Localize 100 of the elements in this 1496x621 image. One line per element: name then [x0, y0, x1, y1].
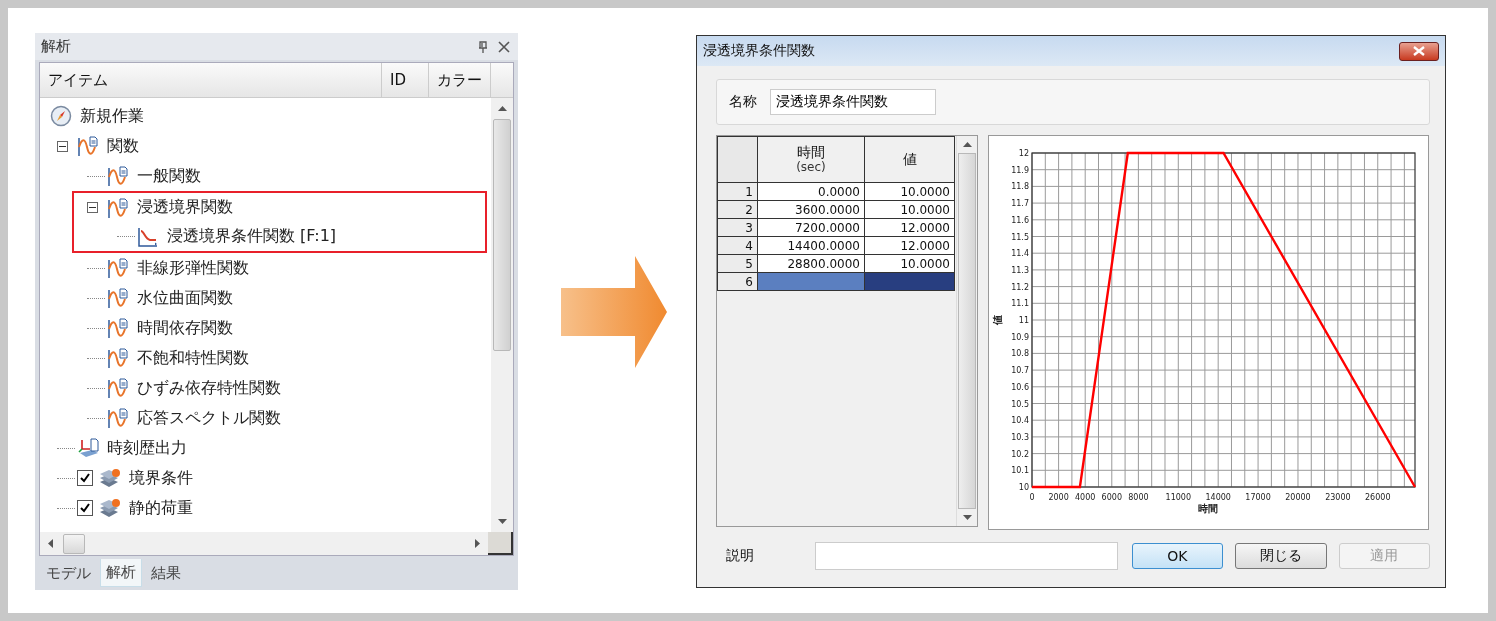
collapse-toggle[interactable] — [87, 202, 98, 213]
tree-item[interactable]: 応答スペクトル関数 — [137, 407, 281, 429]
y-tick-label: 10.1 — [1011, 466, 1029, 476]
x-tick-label: 4000 — [1075, 493, 1096, 502]
tab[interactable]: 解析 — [100, 559, 142, 587]
y-axis-title: 値 — [992, 315, 1003, 325]
wave-document-icon — [107, 347, 129, 369]
layers-icon — [99, 497, 121, 519]
scroll-down-icon[interactable] — [962, 515, 972, 520]
close-button[interactable] — [1399, 41, 1439, 61]
y-tick-label: 10.4 — [1011, 416, 1029, 426]
wave-document-icon — [107, 377, 129, 399]
x-tick-label: 17000 — [1245, 493, 1271, 502]
tree-item[interactable]: 水位曲面関数 — [137, 287, 233, 309]
panel-title: 解析 — [41, 37, 71, 56]
name-field[interactable]: 浸透境界条件関数 — [770, 89, 936, 115]
column-header[interactable]: カラー — [429, 63, 491, 97]
x-tick-label: 20000 — [1285, 493, 1311, 502]
y-tick-label: 10 — [1018, 483, 1029, 492]
x-tick-label: 6000 — [1101, 493, 1122, 502]
column-header[interactable]: アイテム — [40, 63, 382, 97]
wave-document-icon — [107, 165, 129, 187]
tree-item[interactable]: 時刻歴出力 — [107, 437, 187, 459]
x-tick-label: 0 — [1029, 493, 1035, 502]
vertical-scrollbar[interactable] — [956, 136, 977, 526]
y-tick-label: 10.8 — [1011, 349, 1029, 359]
compass-icon — [50, 105, 72, 127]
wave-document-icon — [77, 135, 99, 157]
dialog-title: 浸透境界条件関数 — [703, 42, 815, 60]
y-tick-label: 10.2 — [1011, 449, 1029, 459]
tab[interactable]: 結果 — [146, 559, 186, 587]
pin-icon[interactable] — [478, 40, 488, 53]
x-tick-label: 26000 — [1365, 493, 1391, 502]
y-tick-label: 11.6 — [1011, 215, 1029, 225]
tree-item[interactable]: ひずみ依存特性関数 — [137, 377, 281, 399]
x-axis-title: 時間 — [1198, 503, 1218, 514]
tree-item[interactable]: 非線形弾性関数 — [137, 257, 249, 279]
wave-document-icon — [107, 317, 129, 339]
y-tick-label: 11.4 — [1011, 249, 1029, 259]
y-tick-label: 11.8 — [1011, 182, 1029, 192]
tree-item[interactable]: 静的荷重 — [129, 497, 193, 519]
y-tick-label: 11.9 — [1011, 165, 1029, 175]
wave-document-icon — [107, 257, 129, 279]
table-cell[interactable] — [757, 272, 865, 291]
curve-chart-icon — [137, 225, 159, 248]
scroll-up-icon[interactable] — [962, 142, 972, 147]
vertical-scrollbar[interactable] — [491, 98, 513, 532]
y-tick-label: 11.7 — [1011, 199, 1029, 209]
close-icon[interactable] — [498, 40, 510, 53]
tree-item[interactable]: 時間依存関数 — [137, 317, 233, 339]
horizontal-scrollbar[interactable] — [40, 532, 488, 555]
x-tick-label: 23000 — [1325, 493, 1351, 502]
checkbox[interactable] — [77, 470, 93, 486]
y-tick-label: 10.5 — [1011, 399, 1029, 409]
scrollbar-thumb[interactable] — [493, 119, 511, 351]
checkbox[interactable] — [77, 500, 93, 516]
tree-item[interactable]: 一般関数 — [137, 165, 201, 187]
scrollbar-corner — [488, 532, 513, 555]
wave-document-icon — [107, 287, 129, 309]
y-tick-label: 10.6 — [1011, 382, 1029, 392]
axes-document-icon — [77, 437, 99, 459]
scroll-down-icon[interactable] — [497, 519, 507, 524]
tab[interactable]: モデル — [41, 559, 96, 587]
row-header[interactable]: 6 — [717, 272, 758, 291]
wave-document-icon — [107, 407, 129, 429]
column-header[interactable]: 値 — [864, 136, 955, 183]
table-cell[interactable] — [864, 272, 955, 291]
scroll-left-icon[interactable] — [48, 539, 53, 548]
tree-item[interactable]: 関数 — [107, 135, 139, 157]
tree-item[interactable]: 境界条件 — [129, 467, 193, 489]
field-label: 名称 — [729, 93, 757, 111]
scrollbar-thumb[interactable] — [63, 533, 85, 554]
tree-item[interactable]: 不飽和特性関数 — [137, 347, 249, 369]
x-tick-label: 2000 — [1048, 493, 1069, 502]
column-header[interactable]: ID — [382, 63, 429, 97]
wave-document-icon — [107, 196, 129, 219]
x-tick-label: 8000 — [1128, 493, 1149, 502]
y-tick-label: 11.1 — [1011, 299, 1029, 309]
y-tick-label: 10.7 — [1011, 366, 1029, 376]
y-tick-label: 11.3 — [1011, 265, 1029, 275]
field-label: 説明 — [725, 547, 755, 565]
tree-item[interactable]: 浸透境界条件関数 [F:1] — [167, 226, 337, 247]
layers-icon — [99, 467, 121, 489]
scroll-right-icon[interactable] — [475, 539, 480, 548]
x-tick-label: 14000 — [1205, 493, 1231, 502]
y-tick-label: 10.9 — [1011, 332, 1029, 342]
dialog-button[interactable]: OK — [1131, 543, 1224, 569]
y-tick-label: 11 — [1018, 316, 1029, 325]
y-tick-label: 12 — [1018, 149, 1029, 158]
description-field[interactable] — [815, 542, 1118, 570]
tree-item[interactable]: 浸透境界関数 — [137, 197, 233, 218]
dialog-button[interactable]: 閉じる — [1235, 543, 1327, 569]
collapse-toggle[interactable] — [57, 140, 68, 152]
tree-item[interactable]: 新規作業 — [80, 105, 144, 127]
y-tick-label: 11.5 — [1011, 232, 1029, 242]
close-icon — [1413, 46, 1425, 56]
scrollbar-thumb[interactable] — [958, 153, 976, 509]
y-tick-label: 11.2 — [1011, 282, 1029, 292]
y-tick-label: 10.3 — [1011, 432, 1029, 442]
scroll-up-icon[interactable] — [497, 106, 507, 111]
